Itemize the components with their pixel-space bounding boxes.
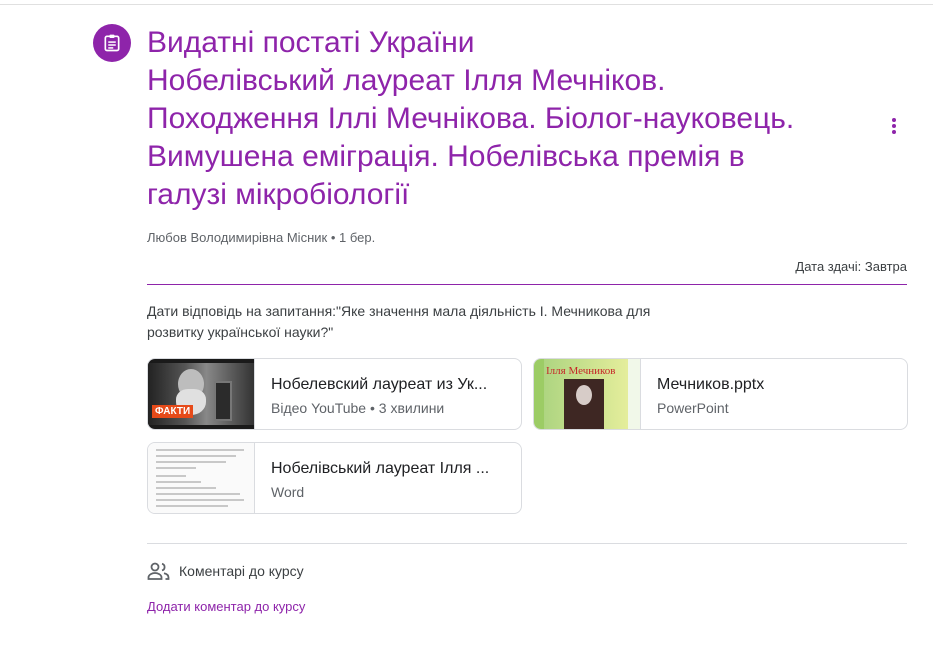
assignment-meta: Любов Володимирівна Місник • 1 бер. (147, 230, 375, 245)
post-date: 1 бер. (339, 230, 376, 245)
comments-heading: Коментарі до курсу (179, 563, 304, 579)
attachment-name: Мечников.pptx (657, 376, 765, 393)
people-icon (147, 562, 170, 580)
attachment-name: Нобелевский лауреат из Ук... (271, 376, 488, 393)
title-line: галузі мікробіології (147, 178, 410, 211)
comments-divider (147, 543, 907, 544)
attachment-type: Відео YouTube • 3 хвилини (271, 400, 445, 416)
thumbnail-label: ФАКТИ (152, 405, 194, 418)
meta-separator: • (327, 230, 339, 245)
attachment-card-pptx[interactable]: Ілля Мечников Мечников.pptx PowerPoint (533, 358, 908, 430)
attachment-name: Нобелівський лауреат Ілля ... (271, 460, 490, 477)
author-name: Любов Володимирівна Місник (147, 230, 328, 245)
assignment-description: Дати відповідь на запитання:"Яке значенн… (147, 303, 651, 340)
assignment-icon (93, 24, 131, 62)
assignment-title: Видатні постаті України Нобелівський лау… (147, 24, 867, 214)
attachment-type: PowerPoint (657, 400, 729, 416)
due-date: Дата здачі: Завтра (795, 259, 907, 274)
slides-thumbnail: Ілля Мечников (534, 359, 641, 429)
more-options-button[interactable] (880, 112, 908, 140)
attachment-card-youtube[interactable]: ФАКТИ Нобелевский лауреат из Ук... Відео… (147, 358, 522, 430)
add-class-comment-link[interactable]: Додати коментар до курсу (147, 599, 305, 614)
class-comments-header: Коментарі до курсу (147, 561, 304, 581)
top-divider (0, 4, 933, 5)
title-line: Нобелівський лауреат Ілля Мечніков. (147, 64, 666, 97)
document-thumbnail (148, 443, 255, 513)
video-thumbnail: ФАКТИ (148, 359, 255, 429)
more-vert-icon (892, 118, 896, 134)
attachment-card-word[interactable]: Нобелівський лауреат Ілля ... Word (147, 442, 522, 514)
header-divider (147, 284, 907, 285)
title-line: Видатні постаті України (147, 26, 475, 59)
title-line: Вимушена еміграція. Нобелівська премія в (147, 140, 745, 173)
slide-title: Ілля Мечников (546, 365, 616, 377)
attachment-type: Word (271, 484, 305, 500)
title-line: Походження Іллі Мечнікова. Біолог-науков… (147, 102, 795, 135)
